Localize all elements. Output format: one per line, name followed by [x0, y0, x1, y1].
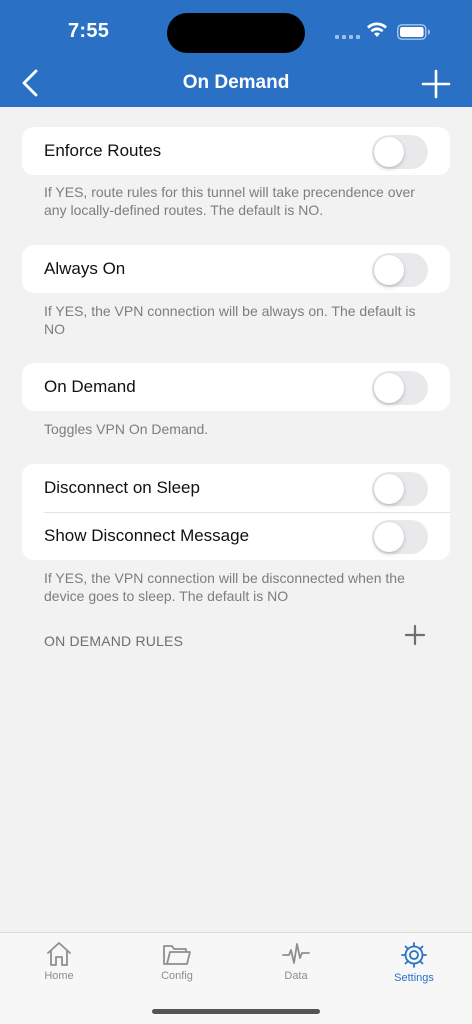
toggle-knob [374, 373, 404, 403]
wifi-icon [367, 22, 387, 37]
plus-icon [421, 69, 451, 99]
on-demand-card: On Demand [22, 363, 450, 411]
status-time: 7:55 [68, 20, 110, 42]
always-on-footnote: If YES, the VPN connection will be alway… [44, 303, 416, 337]
show-disconnect-message-label: Show Disconnect Message [44, 526, 250, 545]
enforce-routes-label: Enforce Routes [44, 141, 162, 160]
home-indicator[interactable] [152, 1009, 320, 1014]
show-disconnect-message-toggle[interactable] [372, 520, 428, 554]
tab-home[interactable]: Home [14, 939, 104, 993]
tab-settings[interactable]: Settings [369, 939, 459, 993]
tab-config[interactable]: Config [132, 939, 222, 993]
on-demand-toggle[interactable] [372, 371, 428, 405]
toggle-knob [374, 474, 404, 504]
plus-icon [404, 624, 426, 646]
tab-config-label: Config [161, 970, 193, 982]
always-on-row: Always On [22, 245, 450, 293]
enforce-routes-toggle[interactable] [372, 135, 428, 169]
tab-data[interactable]: Data [251, 939, 341, 993]
home-icon [47, 942, 71, 966]
dynamic-island [167, 13, 305, 53]
gear-icon [401, 942, 427, 968]
page-title: On Demand [182, 72, 290, 93]
add-button[interactable] [421, 69, 451, 99]
sleep-footnote: If YES, the VPN connection will be disco… [44, 570, 405, 604]
tab-home-label: Home [44, 970, 74, 982]
toggle-knob [374, 137, 404, 167]
battery-icon [397, 24, 430, 40]
always-on-label: Always On [44, 259, 126, 278]
cellular-signal-icon [335, 35, 360, 39]
on-demand-rules-header: ON DEMAND RULES [44, 633, 184, 649]
disconnect-on-sleep-toggle[interactable] [372, 472, 428, 506]
disconnect-on-sleep-label: Disconnect on Sleep [44, 478, 200, 497]
on-demand-footnote: Toggles VPN On Demand. [44, 421, 209, 437]
activity-icon [282, 943, 310, 964]
toggle-knob [374, 522, 404, 552]
show-disconnect-message-row: Show Disconnect Message [22, 512, 450, 560]
folder-icon [163, 945, 191, 965]
enforce-routes-card: Enforce Routes [22, 127, 450, 175]
enforce-routes-footnote: If YES, route rules for this tunnel will… [44, 184, 415, 218]
always-on-toggle[interactable] [372, 253, 428, 287]
navigation-header: 7:55 On Demand [0, 0, 472, 107]
enforce-routes-row: Enforce Routes [22, 127, 450, 175]
tab-settings-label: Settings [394, 972, 434, 984]
tab-data-label: Data [284, 970, 308, 982]
on-demand-row: On Demand [22, 363, 450, 411]
always-on-card: Always On [22, 245, 450, 293]
sleep-card: Disconnect on Sleep Show Disconnect Mess… [22, 464, 450, 560]
add-rule-button[interactable] [404, 624, 426, 646]
disconnect-on-sleep-row: Disconnect on Sleep [22, 464, 450, 512]
on-demand-label: On Demand [44, 377, 136, 396]
toggle-knob [374, 255, 404, 285]
